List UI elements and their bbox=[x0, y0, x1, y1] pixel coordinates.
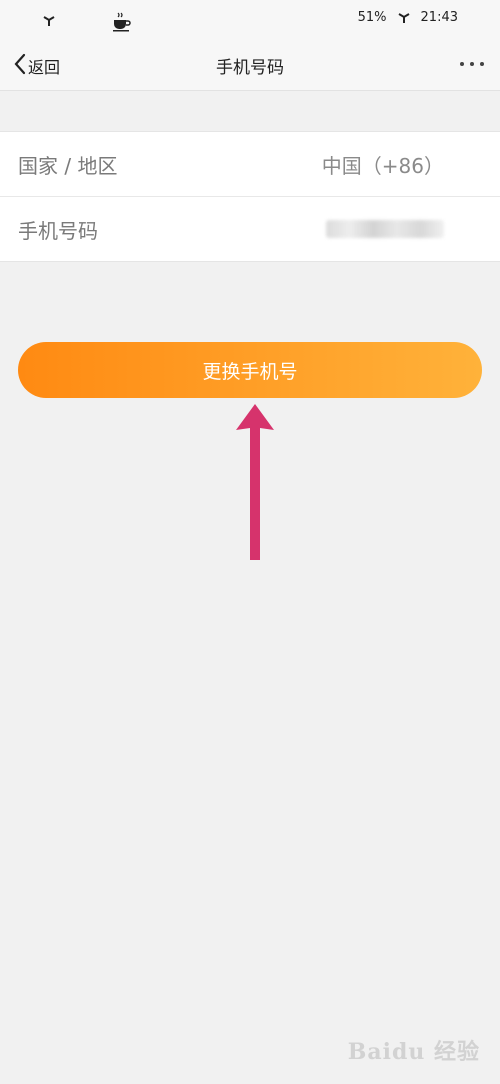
status-bar: 51% 21:43 bbox=[0, 0, 500, 40]
phone-number-label: 手机号码 bbox=[18, 218, 98, 243]
baidu-watermark: Baidu 经验 bbox=[347, 1039, 480, 1065]
network-icon bbox=[397, 11, 411, 25]
country-region-row[interactable]: 国家 / 地区 中国（+86） bbox=[0, 132, 500, 196]
dot-icon bbox=[460, 62, 464, 66]
status-left bbox=[42, 10, 132, 32]
cup-icon bbox=[110, 10, 132, 32]
change-phone-button[interactable]: 更换手机号 bbox=[18, 342, 482, 398]
pointer-arrow-icon bbox=[236, 404, 274, 560]
more-menu-button[interactable] bbox=[460, 62, 484, 66]
phone-info-card: 国家 / 地区 中国（+86） 手机号码 bbox=[0, 131, 500, 262]
dot-icon bbox=[470, 62, 474, 66]
country-region-value: 中国（+86） bbox=[321, 153, 444, 178]
country-region-label: 国家 / 地区 bbox=[18, 153, 118, 178]
dot-icon bbox=[480, 62, 484, 66]
page-title: 手机号码 bbox=[216, 58, 284, 78]
status-right: 51% 21:43 bbox=[358, 10, 458, 25]
phone-number-row[interactable]: 手机号码 bbox=[0, 196, 500, 261]
battery-text: 51% bbox=[357, 10, 387, 25]
clock-text: 21:43 bbox=[420, 10, 458, 25]
signal-icon bbox=[42, 14, 56, 28]
nav-header: 返回 手机号码 bbox=[0, 40, 500, 91]
phone-number-value-blurred bbox=[326, 220, 444, 238]
